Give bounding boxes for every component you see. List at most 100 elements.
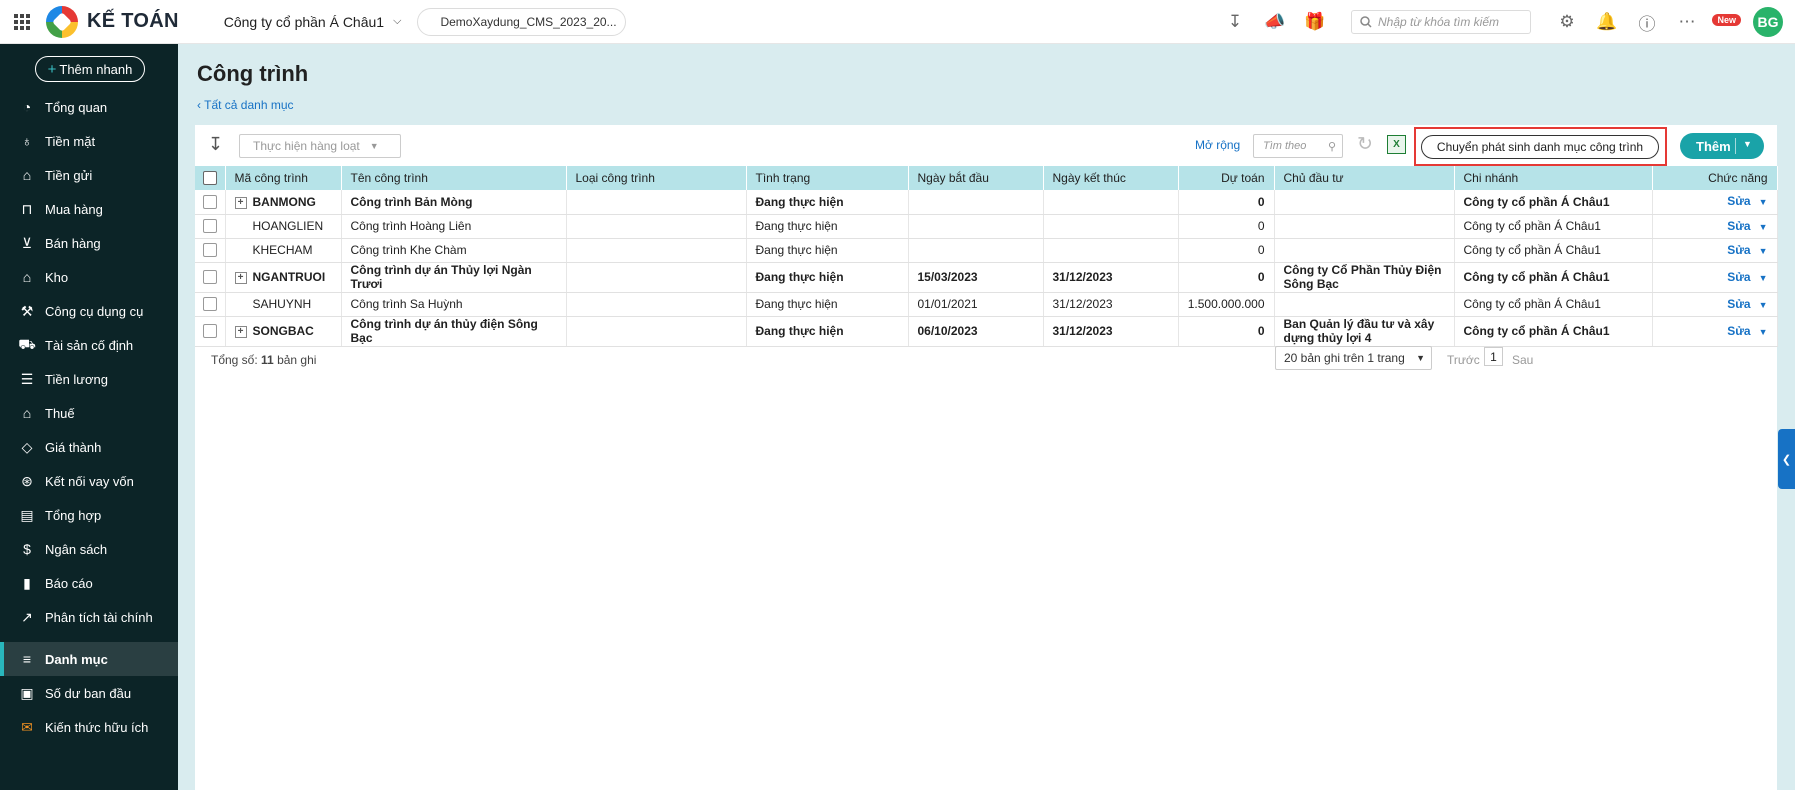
cell-end-date: 31/12/2023 (1043, 292, 1179, 317)
bell-icon[interactable]: 🔔 (1587, 12, 1627, 32)
row-checkbox[interactable] (203, 219, 217, 234)
column-header[interactable]: Ngày kết thúc (1043, 166, 1179, 190)
sidebar-item-label: Kết nối vay vốn (45, 473, 134, 489)
table-row[interactable]: HOANGLIEN Công trình Hoàng Liên Đang thực … (195, 214, 1778, 239)
add-button[interactable]: Thêm ▼ (1680, 133, 1764, 159)
refresh-icon[interactable]: ↻ (1357, 133, 1373, 156)
transfer-button[interactable]: Chuyển phát sinh danh mục công trình (1421, 135, 1659, 159)
edit-link[interactable]: Sửa (1727, 243, 1750, 257)
edit-link[interactable]: Sửa (1727, 297, 1750, 311)
gift-icon[interactable]: 🎁 (1295, 12, 1335, 32)
edit-link[interactable]: Sửa (1727, 219, 1750, 233)
avatar[interactable]: BG (1753, 7, 1783, 37)
table-row[interactable]: + SONGBAC Công trình dự án thủy điện Sông … (195, 316, 1778, 347)
expand-link[interactable]: Mở rộng (1195, 138, 1240, 152)
page-size-select[interactable]: 20 bản ghi trên 1 trang ▼ (1275, 346, 1432, 370)
sidebar-item[interactable]: ⌂ Kho (0, 260, 178, 294)
add-button-label: Thêm (1696, 138, 1731, 154)
sidebar-item[interactable]: ⌂ Thuế (0, 396, 178, 430)
sidebar-item[interactable]: ◇ Giá thành (0, 430, 178, 464)
caret-down-icon[interactable]: ▼ (1759, 222, 1768, 232)
current-page-number[interactable]: 1 (1484, 347, 1503, 366)
cell-budget: 0 (1178, 262, 1275, 293)
download-icon[interactable]: ↧ (1215, 12, 1255, 32)
company-selector[interactable]: Công ty cổ phần Á Châu1 ⌵ (224, 14, 402, 30)
caret-down-icon[interactable]: ▼ (1743, 139, 1752, 149)
expand-row-icon[interactable]: + (234, 325, 247, 338)
back-link[interactable]: ‹ Tất cả danh mục (197, 98, 294, 112)
table-search-input[interactable]: Tìm theo ⚲ (1253, 134, 1343, 158)
cell-start-date (908, 214, 1044, 239)
sidebar-item[interactable]: ⛟ Tài sản cố định (0, 328, 178, 362)
caret-down-icon[interactable]: ▼ (1759, 246, 1768, 256)
row-checkbox[interactable] (203, 195, 217, 210)
cell-code: SAHUYNH (252, 297, 312, 311)
select-all-checkbox[interactable] (203, 171, 217, 186)
sidebar-item[interactable]: ⊓ Mua hàng (0, 192, 178, 226)
caret-down-icon[interactable]: ▼ (1759, 300, 1768, 310)
sidebar-item[interactable]: ⊛ Kết nối vay vốn (0, 464, 178, 498)
gear-icon[interactable]: ⚙ (1547, 12, 1587, 32)
table-row[interactable]: KHECHAM Công trình Khe Chàm Đang thực hiện… (195, 238, 1778, 263)
row-checkbox[interactable] (203, 270, 217, 285)
sidebar-item[interactable]: $ Ngân sách (0, 532, 178, 566)
edit-link[interactable]: Sửa (1727, 194, 1750, 208)
table-row[interactable]: SAHUYNH Công trình Sa Huỳnh Đang thực hiện… (195, 292, 1778, 317)
column-header[interactable]: Dự toán (1178, 166, 1275, 190)
table-row[interactable]: + NGANTRUOI Công trình dự án Thủy lợi Ngàn… (195, 262, 1778, 293)
cell-status: Đang thực hiện (746, 316, 909, 347)
brand-logo-icon (46, 5, 78, 38)
sidebar-item[interactable]: ▮ Báo cáo (0, 566, 178, 600)
cell-end-date: 31/12/2023 (1043, 316, 1179, 347)
row-checkbox[interactable] (203, 243, 217, 258)
column-header[interactable]: Ngày bắt đầu (908, 166, 1044, 190)
sidebar-item[interactable]: ≡ Danh mục (0, 642, 178, 676)
caret-down-icon[interactable]: ▼ (1759, 327, 1768, 337)
expand-row-icon[interactable]: + (234, 271, 247, 284)
sidebar-item[interactable]: ↗ Phân tích tài chính (0, 600, 178, 634)
list-icon: ≡ (22, 651, 32, 667)
sidebar-item[interactable]: ☰ Tiền lương (0, 362, 178, 396)
edit-link[interactable]: Sửa (1727, 270, 1750, 284)
next-page-button[interactable]: Sau (1512, 353, 1533, 367)
column-header[interactable]: Chủ đầu tư (1274, 166, 1455, 190)
help-icon[interactable]: ⓘ (1627, 10, 1667, 35)
expand-row-icon[interactable]: + (234, 196, 247, 209)
sidebar-item[interactable]: ✉ Kiến thức hữu ích (0, 710, 178, 744)
row-checkbox[interactable] (203, 324, 217, 339)
sidebar-item[interactable]: ◔ Tổng quan (0, 90, 178, 124)
budget-icon: $ (23, 541, 31, 557)
sidebar-item[interactable]: ⌂ Tiền gửi (0, 158, 178, 192)
row-checkbox[interactable] (203, 297, 217, 312)
apps-grid-icon[interactable] (0, 0, 44, 44)
column-header[interactable]: Tình trạng (746, 166, 909, 190)
search-icon (1360, 16, 1372, 28)
sort-arrow-icon[interactable]: ↧ (208, 134, 223, 155)
table-row[interactable]: + BANMONG Công trình Bản Mòng Đang thực hiệ… (195, 190, 1778, 215)
edit-link[interactable]: Sửa (1727, 324, 1750, 338)
sidebar-item[interactable]: ▤ Tổng hợp (0, 498, 178, 532)
column-header[interactable]: Mã công trình (225, 166, 342, 190)
megaphone-icon[interactable]: 📣 (1255, 12, 1295, 32)
quick-add-button[interactable]: + Thêm nhanh (35, 56, 145, 82)
caret-down-icon[interactable]: ▼ (1759, 273, 1768, 283)
column-header[interactable]: Loại công trình (566, 166, 747, 190)
caret-down-icon[interactable]: ▼ (1759, 197, 1768, 207)
mail-gift-icon[interactable]: ✉ New (1707, 12, 1747, 32)
bulk-action-dropdown[interactable]: Thực hiện hàng loạt ▼ (239, 134, 401, 158)
sidebar-item[interactable]: ▣ Số dư ban đầu (0, 676, 178, 710)
sidebar-item[interactable]: ♁ Tiền mặt (0, 124, 178, 158)
caret-down-icon: ▼ (369, 141, 379, 151)
prev-page-button[interactable]: Trước (1447, 353, 1480, 367)
cell-branch: Công ty cổ phần Á Châu1 (1454, 238, 1653, 263)
column-header[interactable]: Chi nhánh (1454, 166, 1653, 190)
side-panel-toggle-icon[interactable]: ❮ (1778, 429, 1795, 489)
cell-status: Đang thực hiện (746, 190, 909, 215)
global-search-input[interactable]: Nhập từ khóa tìm kiếm (1351, 10, 1531, 34)
sidebar-item[interactable]: ⚒ Công cụ dụng cụ (0, 294, 178, 328)
sidebar-item[interactable]: ⊻ Bán hàng (0, 226, 178, 260)
more-icon[interactable]: ⋯ (1667, 12, 1707, 32)
column-header[interactable]: Tên công trình (341, 166, 567, 190)
excel-export-icon[interactable]: X (1387, 135, 1406, 154)
database-selector[interactable]: DemoXaydung_CMS_2023_20... (417, 7, 627, 36)
